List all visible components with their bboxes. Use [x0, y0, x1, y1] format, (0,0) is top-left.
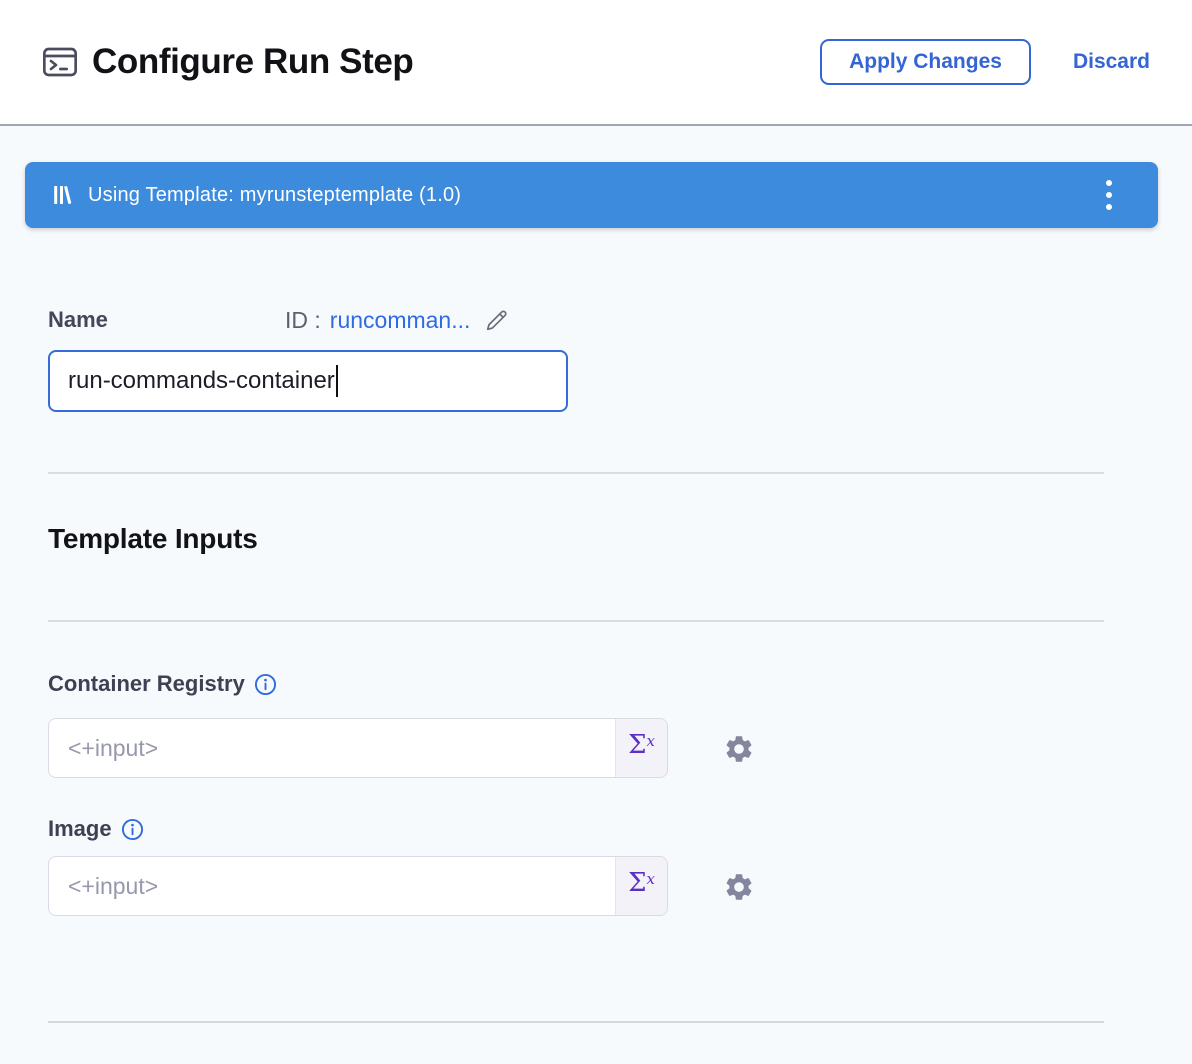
divider: [48, 620, 1104, 622]
page-title: Configure Run Step: [92, 42, 413, 82]
divider: [48, 1021, 1104, 1023]
image-label-row: Image: [48, 816, 144, 842]
expression-input-toggle[interactable]: Σ x: [615, 719, 667, 777]
name-label: Name: [48, 307, 108, 333]
using-template-banner: Using Template: myrunsteptemplate (1.0): [25, 162, 1158, 228]
kebab-menu-icon[interactable]: [1096, 175, 1122, 215]
container-registry-field: Σ x: [48, 718, 668, 778]
apply-changes-button[interactable]: Apply Changes: [820, 39, 1031, 85]
expression-input-toggle[interactable]: Σ x: [615, 857, 667, 915]
image-field: Σ x: [48, 856, 668, 916]
container-registry-label: Container Registry: [48, 671, 245, 697]
name-input[interactable]: run-commands-container: [48, 350, 568, 412]
name-input-value: run-commands-container: [68, 367, 335, 395]
info-icon[interactable]: [121, 818, 144, 841]
text-cursor: [336, 365, 338, 397]
template-library-icon: [51, 183, 75, 207]
discard-button[interactable]: Discard: [1073, 50, 1150, 74]
sigma-icon: Σ: [628, 870, 646, 896]
template-inputs-heading: Template Inputs: [48, 523, 258, 555]
container-registry-input[interactable]: [49, 719, 667, 777]
gear-icon[interactable]: [723, 733, 755, 765]
banner-text: Using Template: myrunsteptemplate (1.0): [88, 184, 461, 207]
info-icon[interactable]: [254, 673, 277, 696]
terminal-window-icon: [40, 42, 80, 82]
step-id-row: ID : runcomman...: [285, 306, 511, 334]
divider: [48, 472, 1104, 474]
pencil-icon[interactable]: [483, 306, 511, 334]
container-registry-label-row: Container Registry: [48, 671, 277, 697]
panel-header: Configure Run Step Apply Changes Discard: [0, 0, 1192, 126]
sigma-icon: Σ: [628, 732, 646, 758]
configure-run-step-panel: Configure Run Step Apply Changes Discard…: [0, 0, 1192, 1064]
id-prefix-label: ID :: [285, 307, 321, 334]
id-value-link[interactable]: runcomman...: [330, 307, 471, 334]
image-label: Image: [48, 816, 112, 842]
image-input[interactable]: [49, 857, 667, 915]
gear-icon[interactable]: [723, 871, 755, 903]
